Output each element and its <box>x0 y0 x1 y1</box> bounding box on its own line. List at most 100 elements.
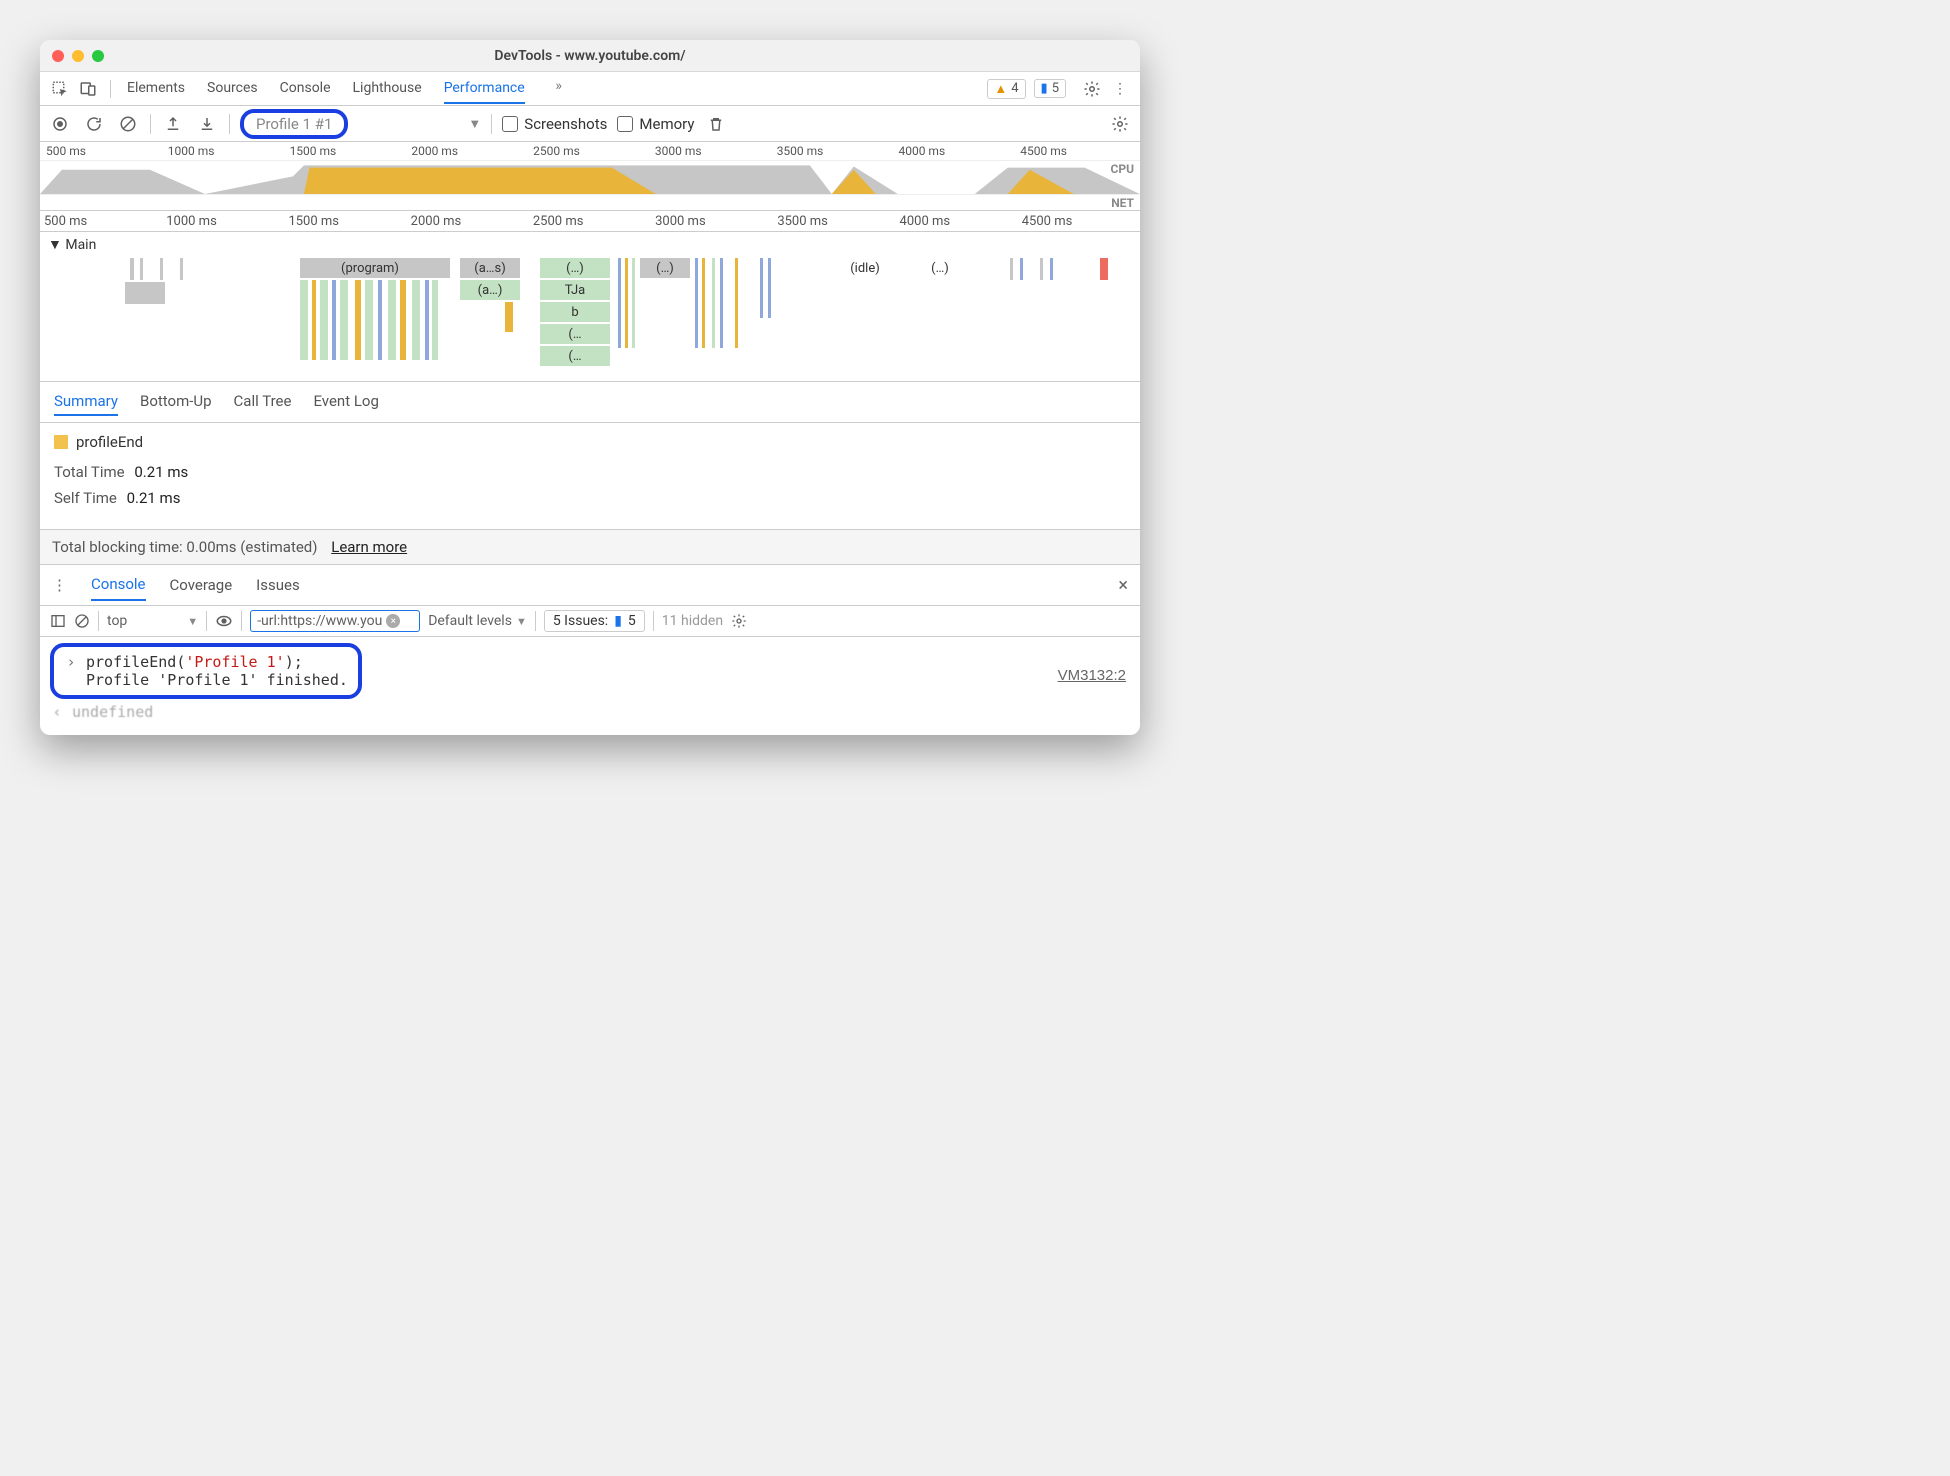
gc-icon[interactable] <box>704 112 728 136</box>
timeline-detail[interactable]: 500 ms 1000 ms 1500 ms 2000 ms 2500 ms 3… <box>40 211 1140 382</box>
svg-text:(…): (…) <box>656 261 674 276</box>
overview-ruler: 500 ms 1000 ms 1500 ms 2000 ms 2500 ms 3… <box>40 142 1140 160</box>
filter-text: -url:https://www.you <box>257 613 382 629</box>
warnings-badge[interactable]: ▲ 4 <box>987 79 1025 99</box>
tab-elements[interactable]: Elements <box>127 74 185 104</box>
hidden-count[interactable]: 11 hidden <box>662 613 723 629</box>
svg-text:(…): (…) <box>566 261 584 276</box>
drawer-tab-console[interactable]: Console <box>91 569 146 601</box>
detail-pane-tabs: Summary Bottom-Up Call Tree Event Log <box>40 382 1140 423</box>
learn-more-link[interactable]: Learn more <box>331 538 407 556</box>
tbt-text: Total blocking time: 0.00ms (estimated) <box>52 538 318 556</box>
svg-text:(a…): (a…) <box>478 283 503 298</box>
console-log-line: Profile 'Profile 1' finished. <box>64 671 348 689</box>
more-tabs-icon[interactable]: » <box>547 74 571 98</box>
detail-ruler: 500 ms 1000 ms 1500 ms 2000 ms 2500 ms 3… <box>40 211 1140 231</box>
separator <box>653 611 654 631</box>
tab-console[interactable]: Console <box>280 74 331 104</box>
tab-performance[interactable]: Performance <box>444 74 525 104</box>
svg-text:b: b <box>571 305 578 320</box>
log-message: Profile 'Profile 1' finished. <box>86 671 348 689</box>
svg-text:(…: (… <box>568 349 581 364</box>
profile-name: Profile 1 #1 <box>256 115 332 133</box>
checkbox-icon <box>502 116 518 132</box>
console-input-line: › profileEnd('Profile 1'); <box>64 653 348 671</box>
separator <box>98 611 99 631</box>
summary-pane: profileEnd Total Time 0.21 ms Self Time … <box>40 423 1140 529</box>
scripting-swatch-icon <box>54 435 68 449</box>
svg-text:TJa: TJa <box>565 283 585 298</box>
settings-icon[interactable] <box>1080 77 1104 101</box>
clear-console-icon[interactable] <box>74 613 90 629</box>
record-button[interactable] <box>48 112 72 136</box>
chevron-down-icon: ▼ <box>516 615 527 628</box>
window-title: DevTools - www.youtube.com/ <box>40 48 1140 64</box>
kebab-menu-icon[interactable]: ⋮ <box>1108 77 1132 101</box>
clear-filter-icon[interactable]: × <box>386 614 400 628</box>
subtab-bottom-up[interactable]: Bottom-Up <box>140 388 212 416</box>
drawer-tab-issues[interactable]: Issues <box>256 570 300 600</box>
close-drawer-icon[interactable]: × <box>1118 575 1128 596</box>
drawer-tabs: ⋮ Console Coverage Issues × <box>40 565 1140 606</box>
main-toolbar: Elements Sources Console Lighthouse Perf… <box>40 72 1140 106</box>
inspect-icon[interactable] <box>48 77 72 101</box>
close-window-icon[interactable] <box>52 50 64 62</box>
drawer-menu-icon[interactable]: ⋮ <box>52 576 67 594</box>
source-link[interactable]: VM3132:2 <box>1058 667 1126 684</box>
chevron-down-icon: ▼ <box>187 615 198 628</box>
memory-label: Memory <box>639 115 694 133</box>
reload-record-button[interactable] <box>82 112 106 136</box>
subtab-summary[interactable]: Summary <box>54 388 118 416</box>
screenshots-checkbox[interactable]: Screenshots <box>502 115 607 133</box>
event-name: profileEnd <box>76 433 143 451</box>
svg-text:(…: (… <box>568 327 581 342</box>
titlebar: DevTools - www.youtube.com/ <box>40 40 1140 72</box>
console-settings-icon[interactable] <box>731 613 747 629</box>
tab-sources[interactable]: Sources <box>207 74 258 104</box>
dropdown-caret-icon[interactable]: ▼ <box>468 116 481 132</box>
log-levels-dropdown[interactable]: Default levels▼ <box>428 613 527 629</box>
console-sidebar-toggle-icon[interactable] <box>50 613 66 629</box>
self-time-row: Self Time 0.21 ms <box>54 489 1126 507</box>
main-thread-label: ▼ Main <box>46 236 98 253</box>
return-value: undefined <box>72 703 153 721</box>
separator <box>229 114 230 134</box>
separator <box>241 611 242 631</box>
devtools-window: DevTools - www.youtube.com/ Elements Sou… <box>40 40 1140 735</box>
upload-icon[interactable] <box>161 112 185 136</box>
main-thread-track[interactable]: ▼ Main (program) <box>40 231 1140 381</box>
tab-lighthouse[interactable]: Lighthouse <box>353 74 422 104</box>
memory-checkbox[interactable]: Memory <box>617 115 694 133</box>
svg-text:(idle): (idle) <box>850 261 880 276</box>
screenshots-label: Screenshots <box>524 115 607 133</box>
issues-counter[interactable]: 5 Issues: ▮ 5 <box>544 610 645 632</box>
perf-settings-icon[interactable] <box>1108 112 1132 136</box>
console-output[interactable]: › profileEnd('Profile 1'); Profile 'Prof… <box>40 637 1140 735</box>
context-selector[interactable]: top ▼ <box>107 613 198 629</box>
clear-button[interactable] <box>116 112 140 136</box>
minimize-window-icon[interactable] <box>72 50 84 62</box>
download-icon[interactable] <box>195 112 219 136</box>
console-filter-input[interactable]: -url:https://www.you × <box>250 610 420 632</box>
drawer-tab-coverage[interactable]: Coverage <box>170 570 233 600</box>
maximize-window-icon[interactable] <box>92 50 104 62</box>
message-icon: ▮ <box>614 613 622 629</box>
separator <box>206 611 207 631</box>
timeline-overview[interactable]: 500 ms 1000 ms 1500 ms 2000 ms 2500 ms 3… <box>40 142 1140 211</box>
live-expression-icon[interactable] <box>215 612 233 630</box>
input-prompt-icon: › <box>64 653 78 671</box>
device-toggle-icon[interactable] <box>76 77 100 101</box>
messages-badge[interactable]: ▮ 5 <box>1034 79 1066 98</box>
messages-count: 5 <box>1052 81 1059 96</box>
separator <box>491 114 492 134</box>
subtab-event-log[interactable]: Event Log <box>313 388 378 416</box>
net-label: NET <box>1111 196 1134 210</box>
profile-selector-highlight[interactable]: Profile 1 #1 <box>240 109 348 139</box>
separator <box>110 80 111 98</box>
return-prompt-icon: ‹ <box>50 703 64 721</box>
subtab-call-tree[interactable]: Call Tree <box>234 388 292 416</box>
flame-chart[interactable]: (program) <box>40 232 1140 382</box>
console-toolbar: top ▼ -url:https://www.you × Default lev… <box>40 606 1140 637</box>
net-overview: NET <box>40 194 1140 210</box>
cpu-overview: CPU <box>40 160 1140 194</box>
